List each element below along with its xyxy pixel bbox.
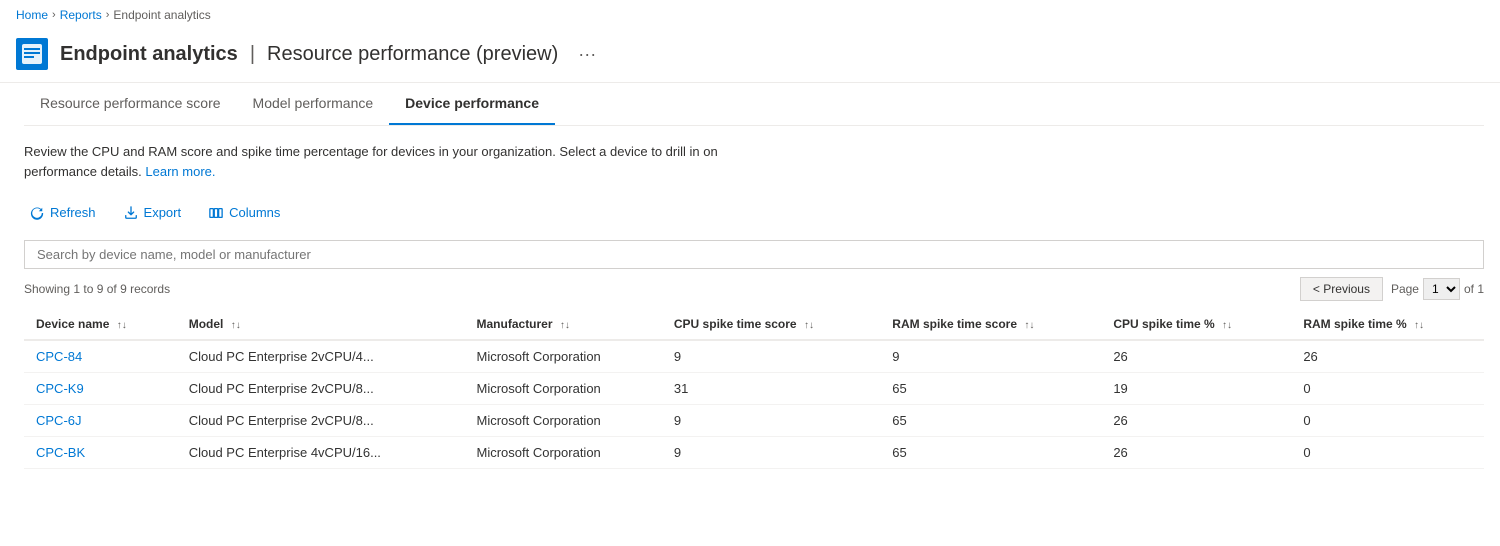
cell-cpu-pct-1: 19 [1101, 373, 1291, 405]
cell-ram-score-2: 65 [880, 405, 1101, 437]
cell-cpu-pct-2: 26 [1101, 405, 1291, 437]
cell-cpu-score-0: 9 [662, 340, 880, 373]
cell-model-0: Cloud PC Enterprise 2vCPU/4... [177, 340, 465, 373]
data-table: Device name ↑↓ Model ↑↓ Manufacturer ↑↓ … [24, 309, 1484, 469]
search-container [24, 240, 1484, 269]
sort-icon-manufacturer: ↑↓ [560, 320, 570, 331]
col-manufacturer[interactable]: Manufacturer ↑↓ [465, 309, 662, 340]
refresh-button[interactable]: Refresh [24, 201, 102, 224]
device-link-0[interactable]: CPC-84 [36, 349, 82, 364]
pagination: < Previous Page 1 of 1 [1300, 277, 1484, 301]
cell-device-name-2: CPC-6J [24, 405, 177, 437]
device-link-2[interactable]: CPC-6J [36, 413, 82, 428]
breadcrumb-sep-1: › [52, 9, 56, 21]
table-row: CPC-84 Cloud PC Enterprise 2vCPU/4... Mi… [24, 340, 1484, 373]
cell-manufacturer-2: Microsoft Corporation [465, 405, 662, 437]
cell-model-1: Cloud PC Enterprise 2vCPU/8... [177, 373, 465, 405]
learn-more-link[interactable]: Learn more. [145, 164, 215, 179]
cell-ram-score-1: 65 [880, 373, 1101, 405]
page-of-label: of 1 [1464, 282, 1484, 296]
cell-model-3: Cloud PC Enterprise 4vCPU/16... [177, 437, 465, 469]
cell-manufacturer-3: Microsoft Corporation [465, 437, 662, 469]
table-row: CPC-BK Cloud PC Enterprise 4vCPU/16... M… [24, 437, 1484, 469]
tab-resource-performance-score[interactable]: Resource performance score [24, 83, 237, 125]
sort-icon-cpu-spike-score: ↑↓ [804, 320, 814, 331]
breadcrumb-current: Endpoint analytics [113, 8, 210, 22]
col-device-name[interactable]: Device name ↑↓ [24, 309, 177, 340]
device-link-1[interactable]: CPC-K9 [36, 381, 84, 396]
toolbar: Refresh Export Columns [24, 201, 1484, 224]
cell-cpu-pct-3: 26 [1101, 437, 1291, 469]
cell-manufacturer-1: Microsoft Corporation [465, 373, 662, 405]
table-body: CPC-84 Cloud PC Enterprise 2vCPU/4... Mi… [24, 340, 1484, 469]
col-ram-spike-pct[interactable]: RAM spike time % ↑↓ [1291, 309, 1484, 340]
main-content: Resource performance score Model perform… [0, 83, 1500, 485]
cell-device-name-1: CPC-K9 [24, 373, 177, 405]
breadcrumb-reports[interactable]: Reports [60, 8, 102, 22]
breadcrumb: Home › Reports › Endpoint analytics [0, 0, 1500, 30]
cell-cpu-score-1: 31 [662, 373, 880, 405]
tab-model-performance[interactable]: Model performance [237, 83, 390, 125]
col-ram-spike-score[interactable]: RAM spike time score ↑↓ [880, 309, 1101, 340]
table-row: CPC-6J Cloud PC Enterprise 2vCPU/8... Mi… [24, 405, 1484, 437]
more-options-button[interactable]: ··· [570, 40, 604, 69]
export-button[interactable]: Export [118, 201, 188, 224]
sort-icon-cpu-spike-pct: ↑↓ [1222, 320, 1232, 331]
search-input[interactable] [24, 240, 1484, 269]
table-header-row: Device name ↑↓ Model ↑↓ Manufacturer ↑↓ … [24, 309, 1484, 340]
page-title: Endpoint analytics [60, 43, 238, 66]
cell-ram-score-3: 65 [880, 437, 1101, 469]
cell-ram-pct-0: 26 [1291, 340, 1484, 373]
cell-cpu-score-2: 9 [662, 405, 880, 437]
page-selector: Page 1 of 1 [1391, 278, 1484, 300]
breadcrumb-sep-2: › [106, 9, 110, 21]
col-cpu-spike-pct[interactable]: CPU spike time % ↑↓ [1101, 309, 1291, 340]
columns-icon [209, 206, 223, 220]
sort-icon-ram-spike-score: ↑↓ [1024, 320, 1034, 331]
page-subtitle: Resource performance (preview) [267, 43, 558, 66]
cell-device-name-0: CPC-84 [24, 340, 177, 373]
tabs-container: Resource performance score Model perform… [24, 83, 1484, 126]
cell-ram-pct-2: 0 [1291, 405, 1484, 437]
refresh-icon [30, 206, 44, 220]
table-info-bar: Showing 1 to 9 of 9 records < Previous P… [24, 277, 1484, 301]
columns-button[interactable]: Columns [203, 201, 286, 224]
records-count: Showing 1 to 9 of 9 records [24, 282, 170, 296]
cell-ram-pct-3: 0 [1291, 437, 1484, 469]
cell-manufacturer-0: Microsoft Corporation [465, 340, 662, 373]
cell-model-2: Cloud PC Enterprise 2vCPU/8... [177, 405, 465, 437]
tab-device-performance[interactable]: Device performance [389, 83, 555, 125]
cell-cpu-score-3: 9 [662, 437, 880, 469]
device-link-3[interactable]: CPC-BK [36, 445, 85, 460]
page-select-dropdown[interactable]: 1 [1423, 278, 1460, 300]
cell-ram-score-0: 9 [880, 340, 1101, 373]
page-title-sep: | [250, 43, 255, 66]
page-title-area: Endpoint analytics | Resource performanc… [60, 43, 558, 66]
sort-icon-model: ↑↓ [231, 320, 241, 331]
sort-icon-device-name: ↑↓ [117, 320, 127, 331]
sort-icon-ram-spike-pct: ↑↓ [1414, 320, 1424, 331]
col-cpu-spike-score[interactable]: CPU spike time score ↑↓ [662, 309, 880, 340]
page-label: Page [1391, 282, 1419, 296]
col-model[interactable]: Model ↑↓ [177, 309, 465, 340]
page-icon [16, 38, 48, 70]
export-icon [124, 206, 138, 220]
cell-device-name-3: CPC-BK [24, 437, 177, 469]
page-header: Endpoint analytics | Resource performanc… [0, 30, 1500, 83]
cell-cpu-pct-0: 26 [1101, 340, 1291, 373]
table-row: CPC-K9 Cloud PC Enterprise 2vCPU/8... Mi… [24, 373, 1484, 405]
description-text: Review the CPU and RAM score and spike t… [24, 142, 724, 181]
previous-button[interactable]: < Previous [1300, 277, 1383, 301]
cell-ram-pct-1: 0 [1291, 373, 1484, 405]
breadcrumb-home[interactable]: Home [16, 8, 48, 22]
